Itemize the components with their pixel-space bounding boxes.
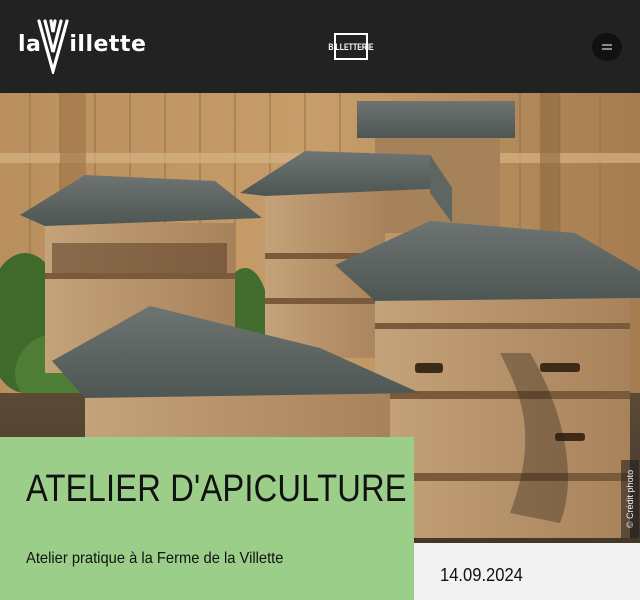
logo-v-mark [37,19,69,74]
ticketing-button-label-overlay[interactable]: BILLETTERIE [328,33,373,60]
ticketing-label-text: BILLETTERIE [328,41,374,52]
la-villette-logo[interactable]: la illette [18,18,146,74]
event-subtitle: Atelier pratique à la Ferme de la Villet… [26,550,284,567]
photo-credit: © Crédit photo [621,460,639,538]
hamburger-icon [602,44,612,50]
event-date: 14.09.2024 [440,565,523,585]
event-title: ATELIER D'APICULTURE [26,468,407,510]
event-title-panel [0,437,414,600]
site-header: laillette BILLETTERIE [0,0,640,93]
menu-button[interactable] [592,33,622,61]
photo-credit-text: © Crédit photo [625,469,635,529]
